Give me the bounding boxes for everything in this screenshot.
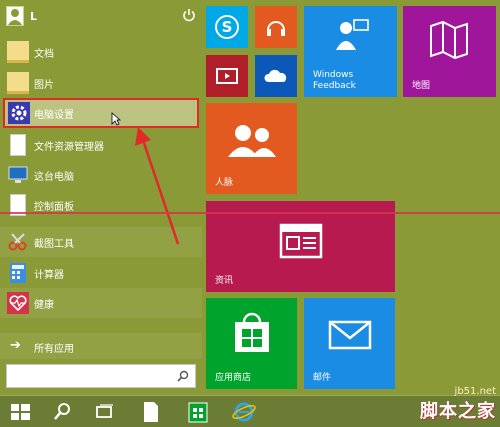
tile-skype[interactable]: S [206, 6, 248, 48]
store-bag-icon [188, 402, 208, 423]
tile-label: 地图 [412, 80, 431, 91]
tile-label: 人脉 [215, 177, 234, 188]
taskbar-internet-explorer[interactable] [230, 399, 258, 425]
tile-mail[interactable]: 邮件 [304, 298, 395, 389]
tile-music[interactable] [255, 6, 297, 48]
tile-windows-feedback[interactable]: Windows Feedback [304, 6, 397, 97]
watermark: jb51.net 脚本之家 [420, 386, 496, 423]
tile-store[interactable]: 应用商店 [206, 298, 297, 389]
headphones-icon [267, 21, 285, 36]
skype-icon: S [215, 15, 239, 39]
taskbar-file-app[interactable] [136, 399, 164, 425]
map-icon [430, 20, 468, 60]
annotation-line [0, 212, 500, 214]
tile-label: 应用商店 [215, 372, 252, 383]
search-icon [54, 403, 70, 420]
page-icon [144, 402, 158, 422]
news-icon [279, 223, 323, 259]
task-view-button[interactable] [90, 399, 118, 425]
video-icon [216, 68, 238, 84]
feedback-person-icon [336, 19, 369, 50]
cloud-icon [264, 69, 287, 82]
task-view-icon [96, 404, 113, 418]
windows-logo-icon [11, 404, 30, 420]
mail-icon [328, 320, 372, 350]
tile-maps[interactable]: 地图 [403, 6, 496, 97]
start-button[interactable] [6, 399, 34, 425]
taskbar-store[interactable] [184, 399, 212, 425]
tile-people[interactable]: 人脉 [206, 103, 297, 194]
internet-explorer-icon [232, 402, 256, 422]
tile-label: 资讯 [215, 275, 234, 286]
tile-video[interactable] [206, 55, 248, 97]
tile-onedrive[interactable] [255, 55, 297, 97]
tile-label: 邮件 [313, 372, 332, 383]
tile-label: Windows Feedback [313, 70, 356, 91]
store-bag-icon [235, 312, 269, 352]
watermark-brand: 脚本之家 [420, 401, 496, 422]
tile-news[interactable]: 资讯 [206, 201, 395, 292]
people-icon [228, 125, 276, 157]
taskbar-search-button[interactable] [48, 399, 76, 425]
watermark-url: jb51.net [454, 386, 496, 397]
